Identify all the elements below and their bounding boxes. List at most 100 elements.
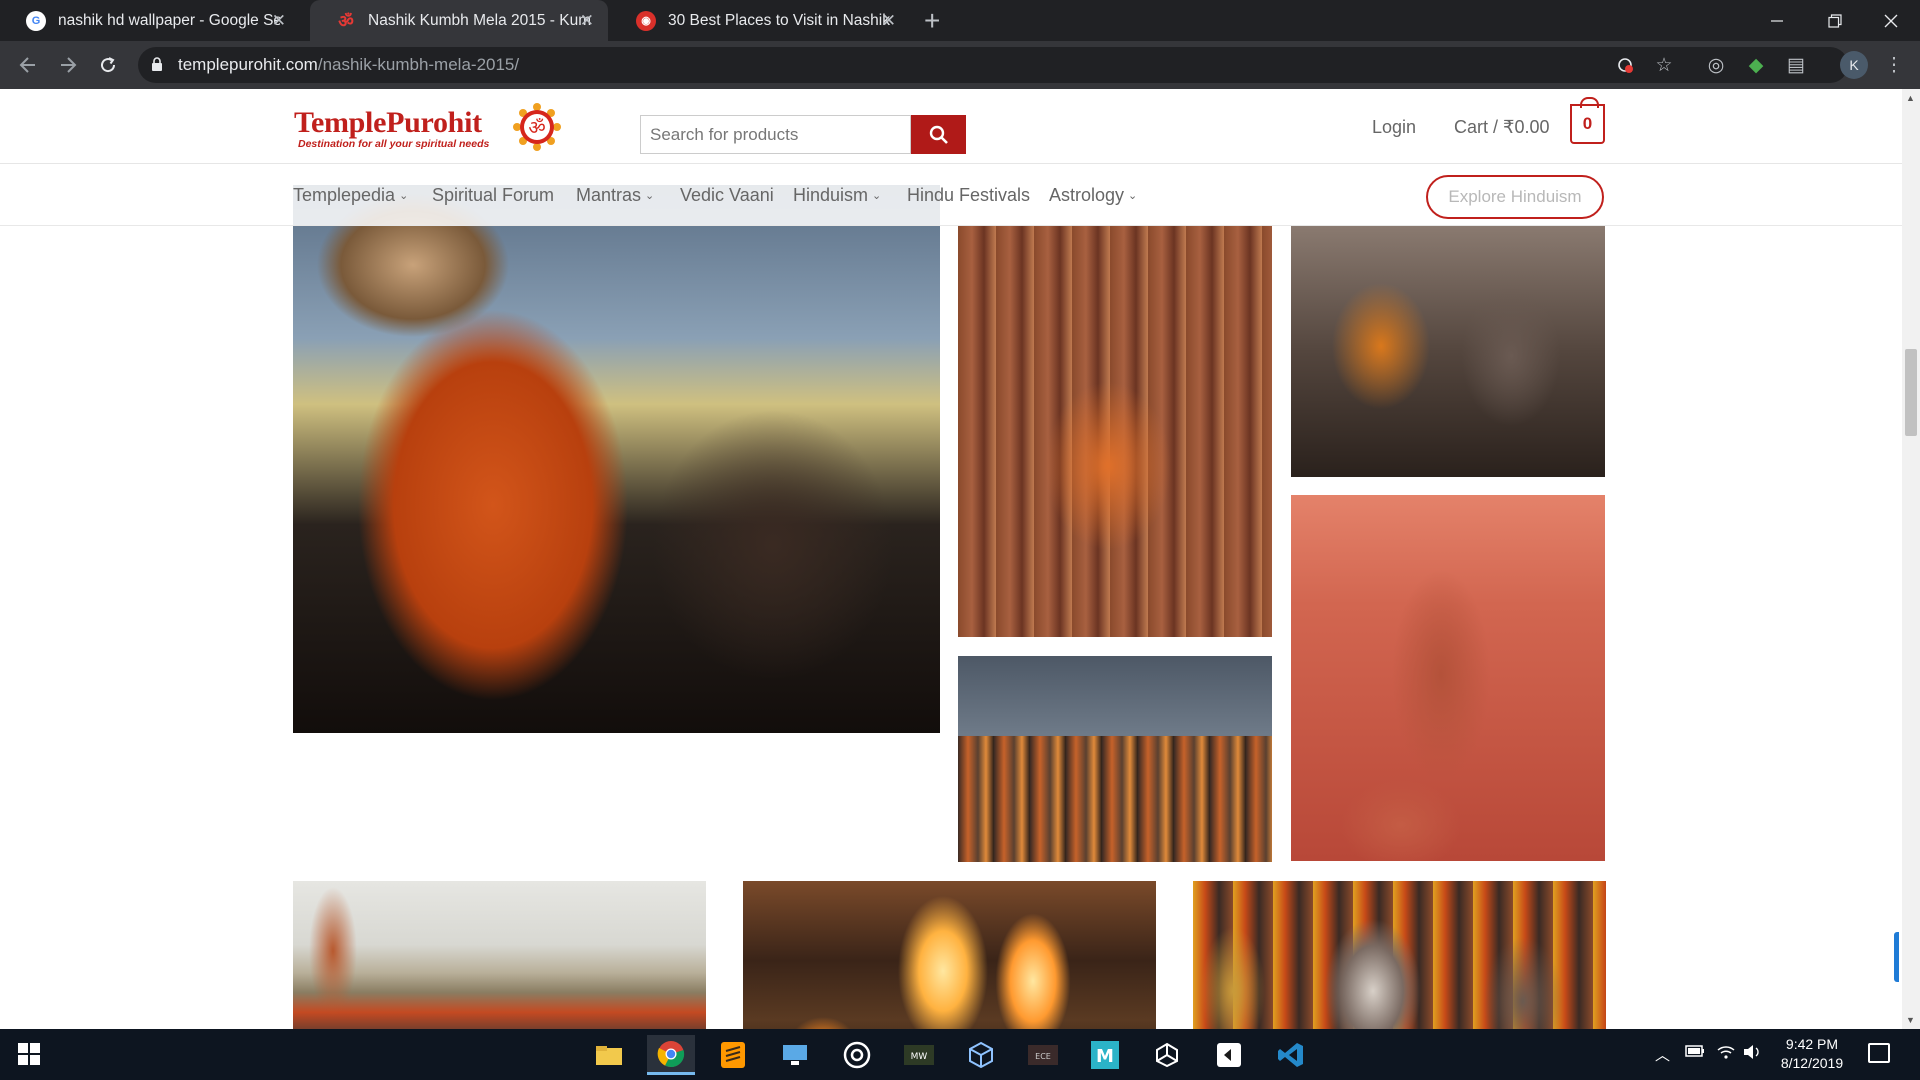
google-g-icon: G (26, 10, 46, 31)
game-icon[interactable]: MW (895, 1035, 943, 1075)
nav-label: Hinduism (793, 185, 869, 205)
clock-time: 9:42 PM (1785, 1036, 1839, 1052)
tab-title: 30 Best Places to Visit in Nashik - (668, 11, 890, 29)
nav-item-hindu-festivals[interactable]: Hindu Festivals (907, 185, 1030, 206)
media-player-icon[interactable] (833, 1035, 881, 1075)
logo-tagline: Destination for all your spiritual needs (298, 138, 490, 150)
profile-avatar[interactable]: K (1840, 51, 1868, 79)
extension-cast-icon[interactable]: ▤ (1784, 53, 1808, 77)
chevron-down-icon: ⌄ (1128, 190, 1138, 202)
url-text[interactable]: templepurohit.com/nashik-kumbh-mela-2015… (178, 55, 519, 75)
forward-button[interactable] (52, 49, 84, 81)
nav-label: Astrology (1049, 185, 1125, 205)
chevron-down-icon: ⌄ (399, 190, 409, 202)
vscode-icon[interactable] (1267, 1035, 1315, 1075)
svg-text:M: M (1096, 1046, 1114, 1067)
eye-slash-icon (1618, 58, 1633, 73)
nav-item-spiritual-forum[interactable]: Spiritual Forum (432, 185, 554, 206)
tray-chevron-up-icon[interactable]: ︿ (1655, 1044, 1670, 1065)
extension-color-icon[interactable]: ◆ (1744, 53, 1768, 77)
url-host: templepurohit.com (178, 55, 318, 74)
wifi-icon[interactable] (1716, 1044, 1736, 1064)
remote-desktop-icon[interactable] (771, 1035, 819, 1075)
windows-start-icon[interactable] (18, 1043, 40, 1065)
back-arrow-icon (19, 57, 35, 73)
nav-label: Spiritual Forum (432, 185, 555, 205)
tracking-blocked-icon[interactable] (1613, 53, 1637, 77)
nav-item-templepedia[interactable]: Templepedia ⌄ (293, 185, 408, 206)
back-button[interactable] (12, 49, 44, 81)
chrome-icon[interactable] (647, 1035, 695, 1075)
search-button[interactable] (911, 115, 966, 154)
scroll-down-icon[interactable]: ▼ (1906, 1015, 1915, 1025)
bookmark-star-icon[interactable]: ☆ (1652, 53, 1676, 77)
browser-tab[interactable]: ◉ 30 Best Places to Visit in Nashik - ✕ (610, 0, 910, 41)
gallery-image-crowd[interactable] (958, 226, 1272, 637)
explore-hinduism-button[interactable]: Explore Hinduism (1426, 175, 1604, 219)
browser-toolbar: templepurohit.com/nashik-kumbh-mela-2015… (0, 41, 1920, 89)
nav-item-vedic-vaani[interactable]: Vedic Vaani (680, 185, 774, 206)
nav-label: Vedic Vaani (680, 185, 774, 205)
new-tab-button[interactable]: + (924, 5, 940, 37)
unity-hub-icon[interactable] (1205, 1035, 1253, 1075)
om-icon: ॐ (338, 12, 354, 31)
minimize-button[interactable] (1748, 0, 1806, 41)
cart-count-badge[interactable]: 0 (1570, 97, 1605, 144)
gallery-image-sadhus-garlands[interactable] (1291, 226, 1605, 477)
gallery-image-ghat-crowd[interactable] (293, 881, 706, 1029)
menu-kebab-icon[interactable]: ⋮ (1882, 53, 1906, 77)
logo-text: TemplePurohit (294, 106, 482, 139)
volume-icon[interactable] (1742, 1044, 1762, 1064)
taskbar-clock[interactable]: 9:42 PM 8/12/2019 (1762, 1035, 1862, 1073)
file-explorer-icon[interactable] (585, 1035, 633, 1075)
notification-center-icon[interactable] (1868, 1043, 1890, 1063)
forward-arrow-icon (61, 57, 77, 73)
browser-tab-active[interactable]: ॐ Nashik Kumbh Mela 2015 - Kumb ✕ (310, 0, 608, 41)
close-icon[interactable]: ✕ (882, 11, 896, 31)
battery-icon[interactable] (1685, 1044, 1705, 1062)
extension-icon[interactable]: ◎ (1704, 53, 1728, 77)
windows-taskbar: MW ECE M ︿ 9:42 PM 8/12/2019 (0, 1029, 1920, 1080)
gallery-image-red-tint-sadhu[interactable] (1291, 495, 1605, 861)
close-icon[interactable]: ✕ (580, 11, 594, 31)
cart-link[interactable]: Cart / ₹0.00 (1454, 117, 1550, 138)
nav-label: Mantras (576, 185, 642, 205)
gallery-image-naga-sadhus[interactable] (1193, 881, 1606, 1029)
reload-button[interactable] (92, 49, 124, 81)
browser-tab-strip: G nashik hd wallpaper - Google Sea ✕ ॐ N… (0, 0, 1920, 41)
url-path: /nashik-kumbh-mela-2015/ (317, 55, 520, 74)
side-feedback-tab[interactable] (1894, 932, 1899, 982)
nav-item-hinduism[interactable]: Hinduism ⌄ (793, 185, 881, 206)
search-icon (929, 125, 948, 144)
nav-item-mantras[interactable]: Mantras ⌄ (576, 185, 654, 206)
unity-icon[interactable] (1143, 1035, 1191, 1075)
game-launcher-icon[interactable]: ECE (1019, 1035, 1067, 1075)
gallery-image-aarti-lamps[interactable] (743, 881, 1156, 1029)
gallery-image-crowd-raised-arms[interactable] (958, 656, 1272, 862)
address-bar[interactable]: templepurohit.com/nashik-kumbh-mela-2015… (138, 47, 1848, 83)
svg-text:ECE: ECE (1035, 1052, 1051, 1061)
close-icon[interactable]: ✕ (272, 11, 286, 31)
page-viewport: TemplePurohit Destination for all your s… (0, 89, 1902, 1029)
login-link[interactable]: Login (1372, 117, 1416, 138)
close-window-button[interactable] (1862, 0, 1920, 41)
product-search-input[interactable]: Search for products (640, 115, 911, 154)
virtualbox-icon[interactable] (957, 1035, 1005, 1075)
om-logo-icon: ॐ (513, 103, 561, 151)
restore-button[interactable] (1806, 0, 1864, 41)
m-app-icon[interactable]: M (1081, 1035, 1129, 1075)
tab-title: Nashik Kumbh Mela 2015 - Kumb (368, 11, 590, 29)
browser-tab[interactable]: G nashik hd wallpaper - Google Sea ✕ (0, 0, 300, 41)
close-icon (1884, 14, 1898, 27)
site-logo[interactable]: TemplePurohit Destination for all your s… (294, 106, 489, 150)
lock-icon (152, 57, 162, 71)
nav-item-astrology[interactable]: Astrology ⌄ (1049, 185, 1137, 206)
scroll-thumb[interactable] (1905, 349, 1917, 436)
svg-text:ॐ: ॐ (528, 117, 545, 139)
scroll-up-icon[interactable]: ▲ (1906, 93, 1915, 103)
gallery-image-sadhu-conch[interactable] (293, 185, 940, 733)
nav-label: Hindu Festivals (907, 185, 1031, 205)
sublime-text-icon[interactable] (709, 1035, 757, 1075)
restore-icon (1828, 13, 1842, 28)
page-scrollbar[interactable]: ▲ ▼ (1902, 89, 1920, 1029)
